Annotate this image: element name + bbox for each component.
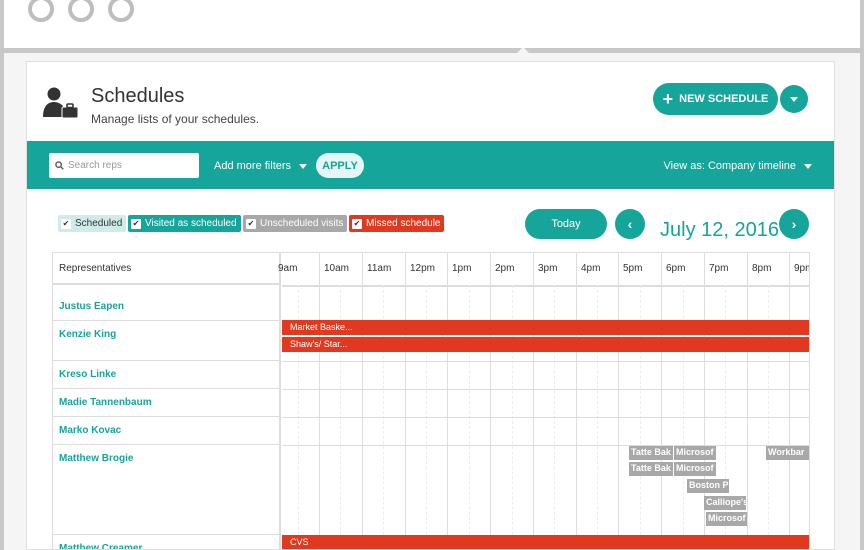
current-date: July 12, 2016 bbox=[660, 219, 779, 241]
timeline-area: 9am 10am 11am 12pm 1pm 2pm 3pm 4pm 5pm 6… bbox=[278, 253, 809, 549]
caret-down-icon bbox=[804, 163, 812, 169]
legend-visited-toggle[interactable]: ✔ Visited as scheduled bbox=[128, 215, 241, 232]
legend-label: Visited as scheduled bbox=[145, 218, 237, 229]
hour-label: 3pm bbox=[533, 253, 576, 285]
today-button[interactable]: Today bbox=[525, 209, 607, 239]
checkbox-checked-icon: ✔ bbox=[246, 218, 256, 229]
add-filters-dropdown[interactable]: Add more filters bbox=[214, 160, 308, 172]
chevron-left-icon: ‹ bbox=[627, 216, 633, 232]
window-minimize-button[interactable] bbox=[68, 0, 94, 22]
legend-scheduled-toggle[interactable]: ✔ Scheduled bbox=[58, 215, 127, 232]
hour-label: 1pm bbox=[447, 253, 490, 285]
row-divider bbox=[282, 361, 809, 362]
rep-row[interactable]: Madie Tannenbaum bbox=[53, 389, 281, 417]
schedules-card: Schedules Manage lists of your schedules… bbox=[26, 61, 835, 550]
unscheduled-visit-chip[interactable]: Microsof bbox=[706, 512, 747, 526]
representatives-column: Representatives Justus Eapen Kenzie King… bbox=[53, 253, 281, 549]
representatives-header: Representatives bbox=[53, 253, 281, 285]
legend-label: Unscheduled visits bbox=[260, 218, 344, 229]
rep-row[interactable]: Matthew Brogie bbox=[53, 445, 281, 535]
menu-pointer bbox=[514, 47, 532, 56]
view-as-label: View as: Company timeline bbox=[663, 160, 796, 172]
row-divider bbox=[282, 389, 809, 390]
search-box bbox=[49, 153, 199, 178]
page-subtitle: Manage lists of your schedules. bbox=[91, 112, 260, 126]
previous-day-button[interactable]: ‹ bbox=[615, 209, 645, 239]
legend-label: Scheduled bbox=[75, 218, 123, 229]
rep-row[interactable]: Marko Kovac bbox=[53, 417, 281, 445]
plus-icon: + bbox=[662, 89, 674, 109]
row-divider bbox=[282, 445, 809, 446]
checkbox-checked-icon: ✔ bbox=[61, 218, 71, 229]
hour-label: 8pm bbox=[747, 253, 789, 285]
checkbox-checked-icon: ✔ bbox=[131, 218, 141, 229]
unscheduled-visit-chip[interactable]: Tatte Bak bbox=[629, 462, 673, 476]
missed-schedule-bar[interactable]: Shaw's/ Star... bbox=[282, 337, 809, 352]
hour-label: 2pm bbox=[490, 253, 533, 285]
unscheduled-visit-chip[interactable]: Tatte Bak bbox=[629, 446, 673, 460]
apply-button[interactable]: APPLY bbox=[316, 153, 364, 178]
legend-label: Missed schedule bbox=[366, 218, 441, 229]
hour-label: 10am bbox=[319, 253, 362, 285]
add-filters-label: Add more filters bbox=[214, 160, 292, 172]
hour-label: 11am bbox=[362, 253, 405, 285]
unscheduled-visit-chip[interactable]: Calliope's bbox=[704, 496, 746, 510]
caret-down-icon bbox=[790, 96, 798, 102]
hour-label: 9pm bbox=[789, 253, 809, 285]
hour-label: 5pm bbox=[618, 253, 661, 285]
schedule-grid: Representatives Justus Eapen Kenzie King… bbox=[52, 252, 810, 549]
filter-toolbar: Add more filters APPLY View as: Company … bbox=[27, 141, 834, 189]
legend-missed-toggle[interactable]: ✔ Missed schedule bbox=[349, 215, 445, 232]
window-titlebar bbox=[4, 0, 860, 48]
new-schedule-label: NEW SCHEDULE bbox=[679, 93, 769, 105]
next-day-button[interactable]: › bbox=[779, 209, 809, 239]
search-icon bbox=[55, 161, 64, 170]
unscheduled-visit-chip[interactable]: Workbar bbox=[766, 446, 809, 460]
unscheduled-visit-chip[interactable]: Microsof bbox=[674, 462, 716, 476]
chevron-right-icon: › bbox=[791, 216, 797, 232]
missed-schedule-bar[interactable]: Market Baske... bbox=[282, 320, 809, 335]
hour-label: 7pm bbox=[704, 253, 747, 285]
rep-row[interactable]: Justus Eapen bbox=[53, 293, 281, 321]
hour-label: 12pm bbox=[405, 253, 447, 285]
checkbox-checked-icon: ✔ bbox=[352, 218, 362, 229]
new-schedule-button[interactable]: + NEW SCHEDULE bbox=[653, 83, 778, 115]
hour-label: 9am bbox=[278, 263, 298, 274]
hour-label: 6pm bbox=[661, 253, 704, 285]
hour-label: 4pm bbox=[576, 253, 618, 285]
window-close-button[interactable] bbox=[28, 0, 54, 22]
row-divider bbox=[282, 417, 809, 418]
caret-down-icon bbox=[299, 163, 308, 169]
legend-unscheduled-toggle[interactable]: ✔ Unscheduled visits bbox=[243, 215, 348, 232]
window-maximize-button[interactable] bbox=[108, 0, 134, 22]
rep-row[interactable]: Kreso Linke bbox=[53, 361, 281, 389]
unscheduled-visit-chip[interactable]: Boston P bbox=[687, 479, 729, 493]
page-title: Schedules bbox=[91, 85, 185, 107]
rep-row[interactable]: Kenzie King bbox=[53, 321, 281, 361]
view-as-dropdown[interactable]: View as: Company timeline bbox=[664, 160, 812, 172]
new-schedule-dropdown-button[interactable] bbox=[780, 85, 808, 113]
search-reps-input[interactable] bbox=[68, 160, 188, 171]
user-briefcase-icon bbox=[43, 87, 79, 119]
unscheduled-visit-chip[interactable]: Microsof bbox=[674, 446, 716, 460]
rep-row[interactable]: Matthew Creamer bbox=[53, 535, 281, 549]
missed-schedule-bar[interactable]: CVS bbox=[282, 535, 809, 549]
